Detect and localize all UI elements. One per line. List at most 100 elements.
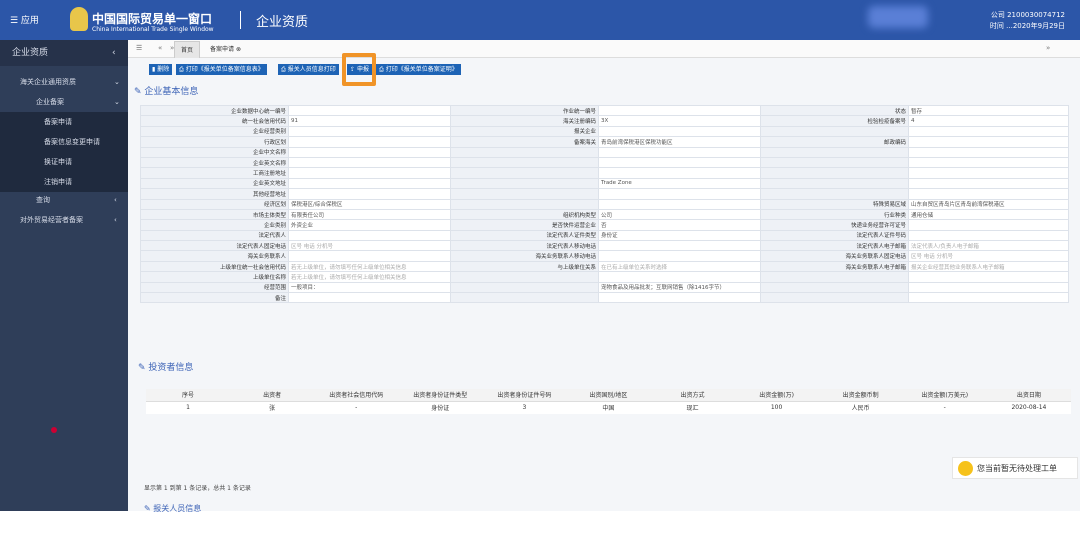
scroll-right-icon[interactable]: » xyxy=(1046,44,1050,52)
sidebar-item-renew[interactable]: 换证申请 xyxy=(0,152,128,172)
field-value[interactable]: 青岛前湾保税港区保税功能区 xyxy=(598,136,761,148)
field-value[interactable] xyxy=(598,125,761,138)
column-header[interactable]: 出资者 xyxy=(230,389,315,402)
field-value[interactable] xyxy=(288,136,451,148)
field-value[interactable] xyxy=(598,188,761,200)
field-value[interactable] xyxy=(908,271,1069,283)
field-label: 法定代表人电子邮箱 xyxy=(760,240,909,252)
field-value[interactable]: 91 xyxy=(288,115,451,127)
field-value[interactable]: 若无上级单位，请勿填写任何上级单位相关信息 xyxy=(288,260,451,273)
field-label: 作业统一编号 xyxy=(450,104,599,117)
scroll-left-icon[interactable]: « xyxy=(158,44,162,52)
field-value[interactable] xyxy=(908,281,1069,294)
sidebar-header[interactable]: 企业资质 ‹ xyxy=(0,40,128,66)
column-header[interactable]: 出资金额币制 xyxy=(818,389,903,402)
field-value[interactable]: 若无上级单位，请勿填写任何上级单位相关信息 xyxy=(288,271,451,283)
field-value[interactable] xyxy=(908,156,1069,169)
field-value[interactable] xyxy=(288,167,451,179)
sidebar-item-general[interactable]: 海关企业通用资质 ⌄ xyxy=(0,72,128,92)
field-value[interactable] xyxy=(288,125,451,138)
column-header[interactable]: 出资国别/地区 xyxy=(566,389,651,402)
field-value[interactable]: 在已有上级单位关系时选择 xyxy=(598,260,761,273)
sidebar-item-apply[interactable]: 备案申请 xyxy=(0,112,128,132)
column-header[interactable]: 出资者社会信用代码 xyxy=(314,389,399,402)
field-value[interactable]: 有限责任公司 xyxy=(288,208,451,221)
field-label: 企业英文名称 xyxy=(140,156,289,169)
user-info[interactable]: 公司 2100030074712 时间 ...2020年9月29日 xyxy=(930,10,1065,32)
field-value[interactable]: 区号 电话 分机号 xyxy=(288,240,451,252)
field-value[interactable] xyxy=(908,136,1069,148)
sidebar-item-query[interactable]: 查询 ‹ xyxy=(0,190,128,210)
column-header[interactable]: 出资者身份证件号码 xyxy=(482,389,567,402)
field-value[interactable] xyxy=(598,156,761,169)
column-header[interactable]: 出资者身份证件类型 xyxy=(398,389,483,402)
section-staff-info: ✎ 报关人员信息 xyxy=(144,504,202,513)
field-value[interactable]: 宠物食品及用品批发；互联网销售（除1416字节） xyxy=(598,281,761,294)
field-value[interactable]: 通用仓储 xyxy=(908,208,1069,221)
field-value[interactable] xyxy=(288,292,451,304)
field-value[interactable] xyxy=(598,146,761,158)
field-value[interactable] xyxy=(598,240,761,252)
field-value[interactable]: 3X xyxy=(598,115,761,127)
sidebar-item-cancel[interactable]: 注销申请 xyxy=(0,172,128,192)
form-row: 统一社会信用代码 91 海关注册编码 3X 检验检疫备案号 4 xyxy=(140,115,1069,127)
sidebar-item-filing[interactable]: 企业备案 ⌄ xyxy=(0,92,128,112)
field-value[interactable] xyxy=(598,167,761,179)
field-value[interactable] xyxy=(288,104,451,117)
menu-icon[interactable]: ☰ xyxy=(136,44,142,52)
field-value[interactable] xyxy=(908,167,1069,179)
column-header[interactable]: 出资金额(万美元) xyxy=(902,389,987,402)
field-value[interactable]: 暂存 xyxy=(908,104,1069,117)
field-label: 备注 xyxy=(140,292,289,304)
field-value[interactable]: 报关企业经营其他业务联系人电子邮箱 xyxy=(908,260,1069,273)
field-value[interactable] xyxy=(598,198,761,210)
field-value[interactable]: 区号 电话 分机号 xyxy=(908,250,1069,262)
field-value[interactable] xyxy=(288,146,451,158)
field-value[interactable] xyxy=(908,219,1069,231)
apps-menu[interactable]: ☰ 应用 xyxy=(10,13,39,26)
field-value[interactable]: 公司 xyxy=(598,208,761,221)
field-value[interactable]: 身份证 xyxy=(598,229,761,242)
column-header[interactable]: 出资方式 xyxy=(650,389,735,402)
field-value[interactable] xyxy=(908,292,1069,304)
field-value[interactable]: 保税港区/综合保税区 xyxy=(288,198,451,210)
form-row: 市场主体类型 有限责任公司 组织机构类型 公司 行业种类 通用仓储 xyxy=(140,208,1069,221)
field-label xyxy=(450,156,599,169)
field-value[interactable] xyxy=(908,177,1069,190)
field-value[interactable]: 外资企业 xyxy=(288,219,451,231)
field-value[interactable] xyxy=(598,271,761,283)
field-label xyxy=(450,188,599,200)
field-value[interactable] xyxy=(288,156,451,169)
field-value[interactable]: 法定代表人/负责人电子邮箱 xyxy=(908,240,1069,252)
column-header[interactable]: 出资金额(万) xyxy=(734,389,819,402)
print-icon: ⎙ xyxy=(281,66,286,73)
sidebar-item-foreign-trade[interactable]: 对外贸易经营者备案 ‹ xyxy=(0,210,128,230)
field-value[interactable] xyxy=(598,250,761,262)
field-value[interactable] xyxy=(288,229,451,242)
tab-filing[interactable]: 备案申请 ⊗ xyxy=(204,41,247,58)
print-cert-button[interactable]: ⎙ 打印《报关单位备案证明》 xyxy=(376,64,461,75)
field-value[interactable]: 山东自贸区青岛片区青岛前湾保税港区 xyxy=(908,198,1069,210)
delete-button[interactable]: ▮ 删除 xyxy=(149,64,173,75)
tab-home[interactable]: 首页 xyxy=(174,41,201,58)
column-header[interactable]: 序号 xyxy=(146,389,231,402)
todo-notice[interactable]: 您当前暂无待处理工单 xyxy=(952,457,1078,479)
print-info-button[interactable]: ⎙ 打印《报关单位备案信息表》 xyxy=(176,64,267,75)
field-value[interactable] xyxy=(598,104,761,117)
field-value[interactable] xyxy=(908,125,1069,138)
field-value[interactable] xyxy=(288,188,451,200)
field-value[interactable]: 一般项目： xyxy=(288,281,451,294)
field-value[interactable] xyxy=(908,146,1069,158)
print-staff-button[interactable]: ⎙ 报关人员信息打印 xyxy=(278,64,339,75)
field-value[interactable] xyxy=(288,177,451,190)
field-value[interactable] xyxy=(598,292,761,304)
column-header[interactable]: 出资日期 xyxy=(986,389,1071,402)
field-value[interactable] xyxy=(288,250,451,262)
field-value[interactable] xyxy=(908,188,1069,200)
field-value[interactable]: Trade Zone xyxy=(598,177,761,190)
field-value[interactable]: 否 xyxy=(598,219,761,231)
sidebar-item-change[interactable]: 备案信息变更申请 xyxy=(0,132,128,152)
table-row[interactable]: 1 张 - 身份证 3 中国 现汇 100 人民币 -2020-08-14 xyxy=(146,401,1071,414)
field-value[interactable] xyxy=(908,229,1069,242)
field-value[interactable]: 4 xyxy=(908,115,1069,127)
